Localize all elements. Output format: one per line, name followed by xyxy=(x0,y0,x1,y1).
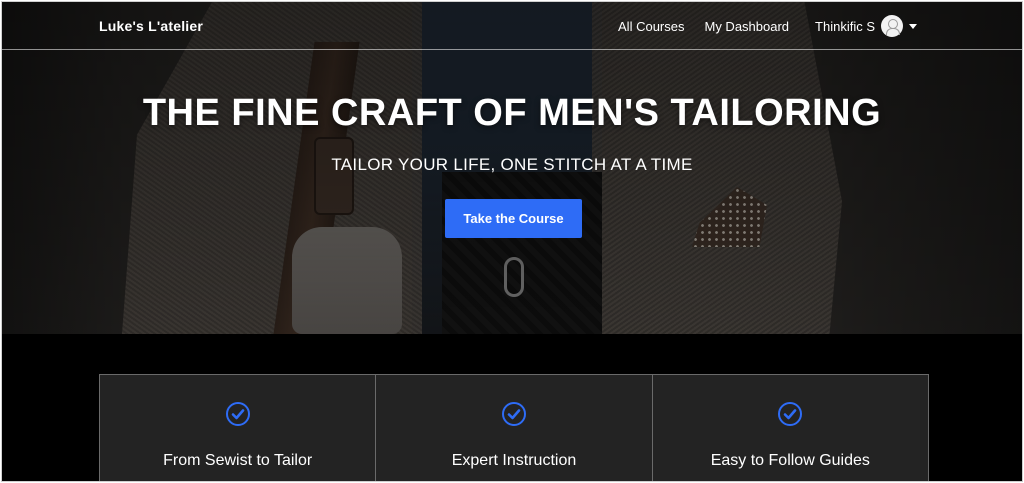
feature-card: Easy to Follow Guides xyxy=(653,375,928,481)
page-frame: Luke's L'atelier All Courses My Dashboar… xyxy=(1,1,1023,482)
check-circle-icon xyxy=(501,402,526,426)
user-menu[interactable]: Thinkific S xyxy=(815,15,917,37)
features-row: From Sewist to Tailor Expert Instruction… xyxy=(99,374,929,481)
feature-label: From Sewist to Tailor xyxy=(163,452,313,469)
nav-all-courses[interactable]: All Courses xyxy=(618,19,684,34)
check-circle-icon xyxy=(778,402,803,426)
check-circle-icon xyxy=(225,402,250,426)
user-name: Thinkific S xyxy=(815,18,875,34)
feature-label: Expert Instruction xyxy=(451,452,577,469)
top-navbar: Luke's L'atelier All Courses My Dashboar… xyxy=(2,2,1022,50)
hero-title: THE FINE CRAFT OF MEN'S TAILORING xyxy=(142,92,882,134)
hero-section: Luke's L'atelier All Courses My Dashboar… xyxy=(2,2,1022,334)
hero-subtitle: TAILOR YOUR LIFE, ONE STITCH AT A TIME xyxy=(331,155,693,174)
avatar-icon xyxy=(881,15,903,37)
chevron-down-icon xyxy=(909,23,917,29)
feature-card: From Sewist to Tailor xyxy=(100,375,377,481)
nav-links: All Courses My Dashboard Thinkific S xyxy=(618,15,917,37)
nav-my-dashboard[interactable]: My Dashboard xyxy=(704,19,789,34)
take-course-button[interactable]: Take the Course xyxy=(445,199,582,238)
site-brand[interactable]: Luke's L'atelier xyxy=(99,18,203,34)
feature-label: Easy to Follow Guides xyxy=(710,452,870,469)
feature-card: Expert Instruction xyxy=(376,375,653,481)
